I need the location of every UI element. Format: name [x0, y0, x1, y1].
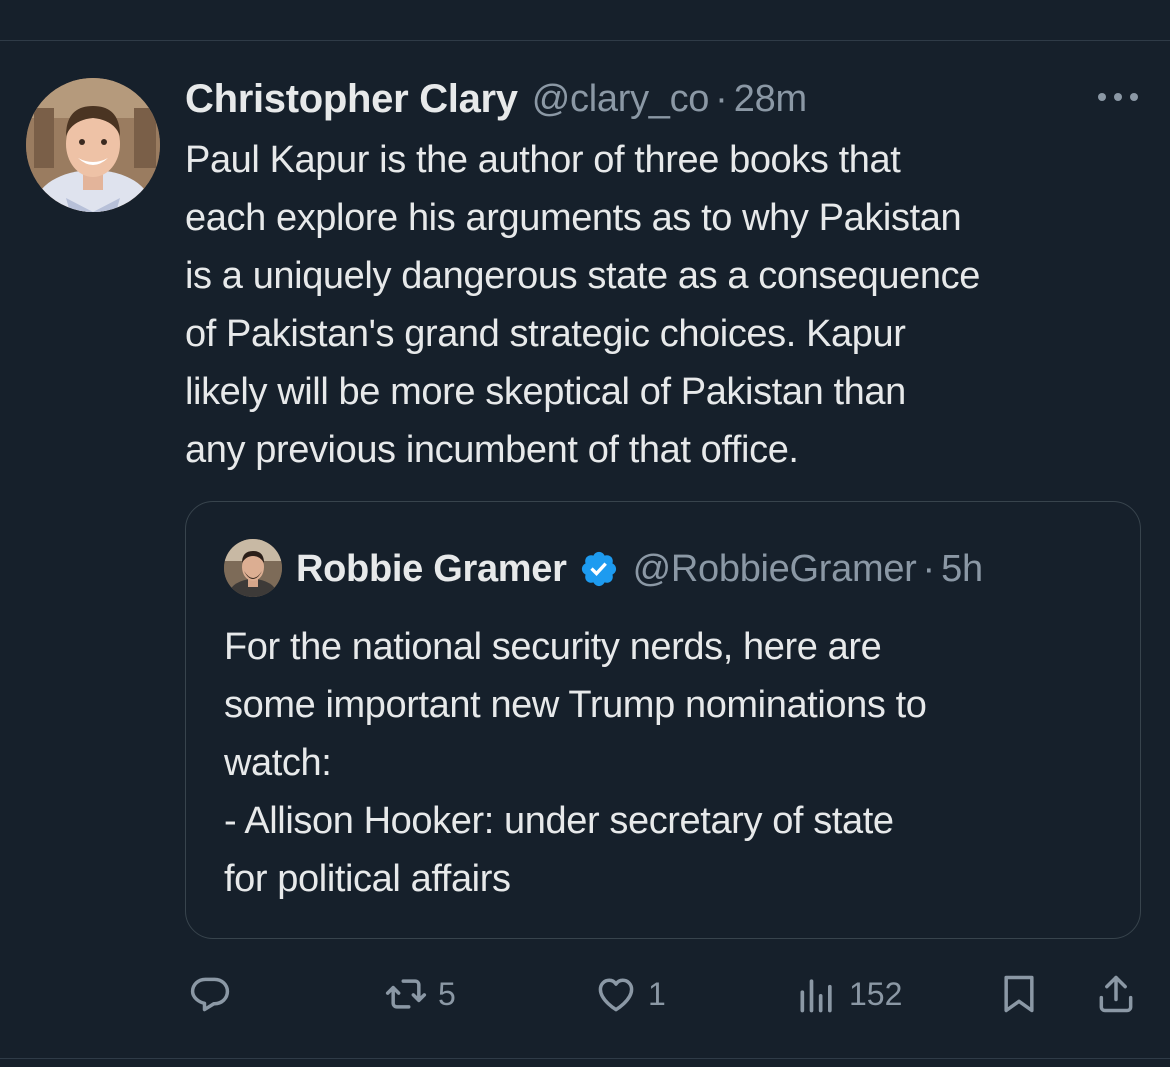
bookmark-button[interactable]	[997, 966, 1041, 1022]
tweet-line: is a uniquely dangerous state as a conse…	[185, 255, 980, 297]
author-handle[interactable]: @clary_co	[532, 78, 710, 121]
more-options-icon[interactable]	[1096, 90, 1140, 104]
quoted-line: some important new Trump nominations to	[224, 684, 927, 726]
quoted-tweet-header: Robbie Gramer @RobbieGramer · 5h	[296, 544, 983, 594]
quoted-line: - Allison Hooker: under secretary of sta…	[224, 800, 894, 842]
quoted-line: For the national security nerds, here ar…	[224, 626, 882, 668]
tweet-line: of Pakistan's grand strategic choices. K…	[185, 313, 906, 355]
views-count: 152	[849, 975, 903, 1012]
quoted-tweet-timestamp[interactable]: 5h	[941, 548, 983, 591]
like-count: 1	[648, 975, 666, 1012]
quoted-header-separator: ·	[922, 547, 936, 590]
retweet-icon	[385, 979, 427, 1009]
tweet-line: each explore his arguments as to why Pak…	[185, 197, 962, 239]
quoted-author-handle[interactable]: @RobbieGramer	[633, 548, 917, 591]
author-avatar[interactable]	[26, 78, 160, 212]
views-icon	[800, 979, 832, 1013]
heart-icon	[598, 978, 634, 1012]
quoted-line: for political affairs	[224, 858, 511, 900]
retweet-count: 5	[438, 975, 456, 1012]
views-button[interactable]: 152	[795, 966, 902, 1022]
reply-button[interactable]	[188, 966, 232, 1022]
author-avatar-image	[26, 78, 160, 212]
like-button[interactable]: 1	[594, 966, 666, 1022]
retweet-button[interactable]: 5	[384, 966, 456, 1022]
tweet-line: any previous incumbent of that office.	[185, 429, 799, 471]
share-button[interactable]	[1094, 966, 1138, 1022]
share-icon	[1099, 975, 1133, 1013]
tweet-line: likely will be more skeptical of Pakista…	[185, 371, 906, 413]
bookmark-icon	[1004, 975, 1034, 1013]
author-name[interactable]: Christopher Clary	[185, 77, 518, 122]
tweet-timestamp[interactable]: 28m	[734, 78, 807, 121]
reply-icon	[190, 977, 230, 1012]
tweet-text: Paul Kapur is the author of three books …	[185, 131, 1150, 479]
quoted-author-avatar-image	[224, 539, 282, 597]
header-separator: ·	[715, 77, 728, 120]
bottom-divider	[0, 1058, 1170, 1059]
quoted-line: watch:	[224, 742, 332, 784]
verified-badge-icon	[581, 551, 616, 587]
quoted-author-name[interactable]: Robbie Gramer	[296, 548, 567, 591]
quoted-tweet-text: For the national security nerds, here ar…	[224, 618, 1124, 908]
top-divider	[0, 40, 1170, 41]
tweet-line: Paul Kapur is the author of three books …	[185, 139, 901, 181]
quoted-tweet-card[interactable]: Robbie Gramer @RobbieGramer · 5h For the…	[185, 501, 1141, 939]
tweet-header: Christopher Clary @clary_co · 28m	[185, 74, 807, 124]
quoted-author-avatar[interactable]	[224, 539, 282, 597]
